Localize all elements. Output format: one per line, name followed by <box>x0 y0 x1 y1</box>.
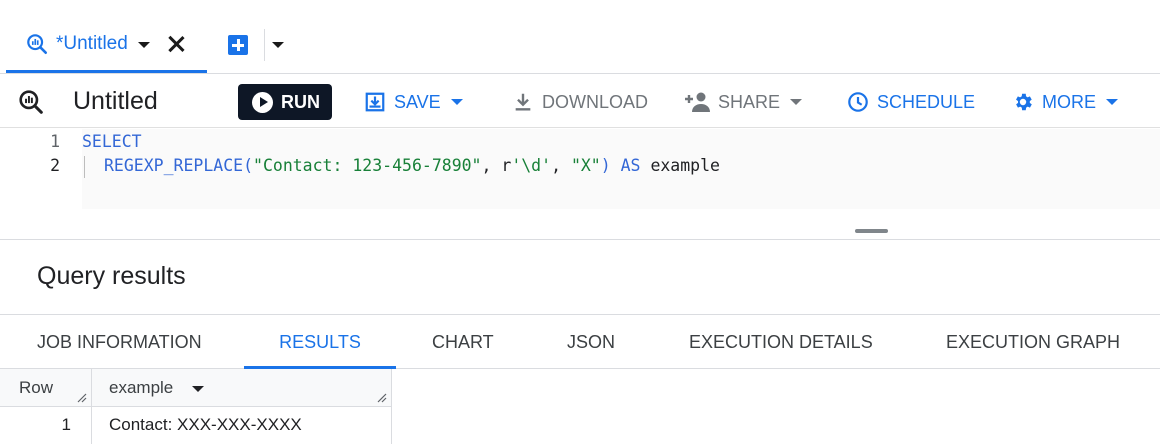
column-header-example[interactable]: example <box>92 369 392 407</box>
tab-job-information[interactable]: JOB INFORMATION <box>37 315 202 369</box>
resize-grip-icon[interactable] <box>375 391 387 403</box>
schedule-button[interactable]: SCHEDULE <box>847 90 975 114</box>
line-number: 1 <box>50 132 60 151</box>
share-button[interactable]: SHARE <box>684 90 803 114</box>
column-header-label: Row <box>19 378 54 397</box>
tab-label: *Untitled <box>56 33 128 54</box>
tab-execution-details[interactable]: EXECUTION DETAILS <box>689 315 873 369</box>
close-icon[interactable] <box>166 34 186 54</box>
results-table: Row example 1 Contact: XXX-XXX-XXXX <box>0 369 392 444</box>
download-button-label: DOWNLOAD <box>542 91 649 112</box>
tab-chart[interactable]: CHART <box>432 315 494 369</box>
column-header-label: example <box>109 378 174 397</box>
column-header-row[interactable]: Row <box>0 369 92 407</box>
editor-tab-bar: *Untitled <box>0 0 1160 74</box>
tab-json[interactable]: JSON <box>567 315 615 369</box>
run-button[interactable]: RUN <box>238 84 332 120</box>
more-button-label: MORE <box>1042 91 1096 112</box>
chevron-down-icon[interactable] <box>192 385 204 392</box>
row-number-cell: 1 <box>0 407 92 444</box>
chevron-down-icon <box>790 99 803 105</box>
run-button-label: RUN <box>281 91 320 112</box>
clock-icon <box>848 92 868 112</box>
query-results-panel: Query results JOB INFORMATION RESULTS CH… <box>0 239 1160 444</box>
sql-string: "X" <box>570 156 601 175</box>
sql-editor[interactable]: 1 2 SELECT REGEXP_REPLACE("Contact: 123-… <box>0 129 1160 239</box>
person-add-icon <box>685 92 710 112</box>
sql-alias: example <box>650 156 720 175</box>
query-toolbar: Untitled RUN SAVE DOWNLOAD SHARE SCHEDUL… <box>0 74 1160 128</box>
sql-keyword: AS <box>620 156 641 175</box>
indent-guide <box>84 156 85 178</box>
query-magnifier-icon <box>27 34 47 54</box>
download-icon <box>515 93 531 111</box>
schedule-button-label: SCHEDULE <box>877 91 976 112</box>
more-button[interactable]: MORE <box>1012 90 1118 114</box>
save-button[interactable]: SAVE <box>364 90 463 114</box>
play-icon <box>252 91 273 113</box>
plus-box-icon[interactable] <box>228 35 248 55</box>
sql-string: "Contact: 123-456-7890" <box>253 156 482 175</box>
tab-execution-graph[interactable]: EXECUTION GRAPH <box>946 315 1120 369</box>
sql-function: REGEXP_REPLACE( <box>104 156 254 175</box>
divider <box>264 29 265 61</box>
new-tab-caret-icon[interactable] <box>272 42 284 48</box>
share-button-label: SHARE <box>718 91 781 112</box>
example-cell[interactable]: Contact: XXX-XXX-XXXX <box>92 407 392 444</box>
tab-results[interactable]: RESULTS <box>244 315 396 369</box>
gear-icon <box>1016 93 1032 111</box>
sql-string: '\d' <box>511 156 552 175</box>
chevron-down-icon <box>1106 99 1118 105</box>
sql-keyword: SELECT <box>82 132 142 151</box>
results-tabs: JOB INFORMATION RESULTS CHART JSON EXECU… <box>0 314 1160 369</box>
sql-punct: ) <box>600 156 611 175</box>
sql-punct: , r <box>481 156 512 175</box>
table-row: 1 Contact: XXX-XXX-XXXX <box>0 407 392 444</box>
sql-punct: , <box>551 156 571 175</box>
results-title: Query results <box>37 262 186 290</box>
table-header-row: Row example <box>0 369 392 407</box>
query-magnifier-icon <box>19 90 43 114</box>
save-button-label: SAVE <box>394 91 441 112</box>
page-title: Untitled <box>73 87 158 115</box>
line-number: 2 <box>50 156 60 175</box>
resize-grip-icon[interactable] <box>75 391 87 403</box>
download-button[interactable]: DOWNLOAD <box>512 90 648 114</box>
tab-untitled[interactable]: *Untitled <box>6 18 207 73</box>
code-line-1: SELECT <box>82 132 142 151</box>
code-line-2: REGEXP_REPLACE("Contact: 123-456-7890", … <box>104 156 720 175</box>
chevron-down-icon <box>450 99 463 105</box>
save-icon <box>365 92 385 112</box>
tab-menu-caret-icon[interactable] <box>137 42 150 48</box>
editor-resize-handle[interactable] <box>855 229 888 233</box>
